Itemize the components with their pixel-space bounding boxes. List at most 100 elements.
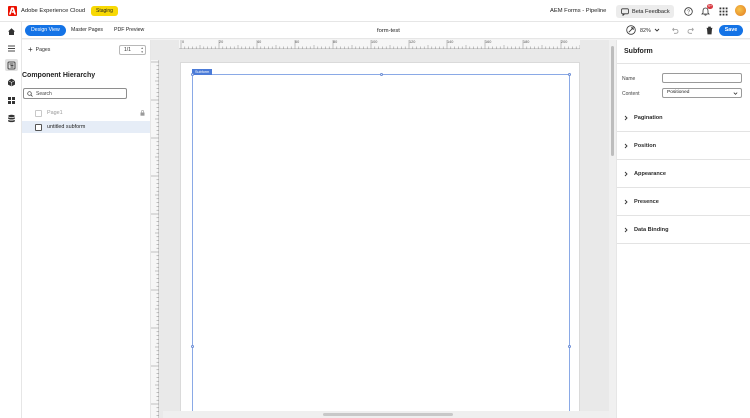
content-value: Positioned xyxy=(667,90,690,95)
ruler-label: 100 xyxy=(371,40,378,44)
ruler-label: 160 xyxy=(485,40,492,44)
tab-master-pages[interactable]: Master Pages xyxy=(65,25,109,36)
search-placeholder: Search xyxy=(36,90,52,97)
resize-handle[interactable] xyxy=(568,73,571,76)
section-label: Position xyxy=(634,142,657,149)
content-select[interactable]: Positioned xyxy=(662,88,742,98)
tree-item-checkbox[interactable] xyxy=(35,109,42,117)
zoom-level: 82% xyxy=(640,27,651,34)
zoom-fit-icon[interactable] xyxy=(626,24,636,37)
help-icon[interactable]: ? xyxy=(683,6,693,16)
notification-count-badge: 9+ xyxy=(707,4,713,9)
tree-item-label: Page1 xyxy=(47,110,63,116)
subform-selection[interactable]: Subform xyxy=(191,69,571,418)
section-position[interactable]: Position xyxy=(617,132,750,160)
ruler-label: 80 xyxy=(333,40,338,44)
save-button[interactable]: Save xyxy=(719,25,743,36)
tree-item-label: untitled subform xyxy=(47,124,86,130)
form-page[interactable]: Subform xyxy=(180,62,580,418)
stepper-arrows-icon[interactable]: ▴ ▾ xyxy=(141,46,143,54)
scrollbar-thumb[interactable] xyxy=(323,413,453,416)
app-title[interactable]: Adobe Experience Cloud xyxy=(21,8,85,14)
plus-icon: + xyxy=(28,45,33,54)
tab-pdf-preview[interactable]: PDF Preview xyxy=(108,25,150,36)
component-hierarchy-panel: + Pages 1/1 ▴ ▾ Component Hierarchy Searc… xyxy=(22,40,151,418)
chevron-right-icon xyxy=(623,227,629,233)
section-label: Data Binding xyxy=(634,226,669,233)
beta-feedback-button[interactable]: Beta Feedback xyxy=(616,5,674,18)
home-icon[interactable] xyxy=(6,26,17,37)
horizontal-scrollbar[interactable] xyxy=(163,411,609,418)
notifications-bell-icon[interactable]: 9+ xyxy=(700,4,713,16)
section-label: Pagination xyxy=(634,114,663,121)
resize-handle[interactable] xyxy=(380,73,383,76)
ruler-label: 0 xyxy=(182,40,185,44)
ruler-label: 120 xyxy=(409,40,416,44)
section-pagination[interactable]: Pagination xyxy=(617,104,750,132)
design-canvas[interactable]: 0 20 40 60 80 100 120 140 160 180 200 Su… xyxy=(151,40,616,418)
scrollbar-thumb[interactable] xyxy=(611,46,614,156)
feedback-icon xyxy=(621,7,629,16)
assets-icon[interactable] xyxy=(6,95,17,106)
top-bar: Adobe Experience Cloud Staging AEM Forms… xyxy=(0,0,750,22)
environment-badge: Staging xyxy=(91,6,118,16)
search-input[interactable]: Search xyxy=(23,88,127,99)
ruler-label: 140 xyxy=(447,40,454,44)
chevron-right-icon xyxy=(623,115,629,121)
page-stepper[interactable]: 1/1 ▴ ▾ xyxy=(119,45,146,55)
section-presence[interactable]: Presence xyxy=(617,188,750,216)
pages-label: Pages xyxy=(35,47,51,53)
vertical-scrollbar[interactable] xyxy=(609,40,616,418)
tree-item-page1[interactable]: Page1 xyxy=(22,107,150,119)
undo-icon[interactable] xyxy=(670,26,679,35)
app-switcher-grid-icon[interactable] xyxy=(718,6,728,16)
delete-trash-icon[interactable] xyxy=(705,26,714,35)
chevron-right-icon xyxy=(623,199,629,205)
tab-design-view[interactable]: Design View xyxy=(25,25,66,36)
beta-feedback-label: Beta Feedback xyxy=(632,8,670,15)
subform-label: Subform xyxy=(192,69,213,75)
ruler-label: 180 xyxy=(523,40,530,44)
page-value: 1/1 xyxy=(124,47,131,53)
chevron-down-icon xyxy=(733,91,738,96)
name-label: Name xyxy=(622,76,636,82)
chevron-down-icon[interactable] xyxy=(654,27,660,35)
zoom-control[interactable]: 82% xyxy=(626,24,660,37)
components-cube-icon[interactable] xyxy=(6,77,17,88)
ruler-label: 40 xyxy=(257,40,262,44)
adobe-logo-icon[interactable] xyxy=(8,6,17,16)
add-page-button[interactable]: + Pages xyxy=(28,46,50,54)
resize-handle[interactable] xyxy=(191,73,194,76)
resize-handle[interactable] xyxy=(568,345,571,348)
name-field[interactable] xyxy=(662,73,742,83)
properties-title: Subform xyxy=(624,48,653,55)
horizontal-ruler: 0 20 40 60 80 100 120 140 160 180 200 xyxy=(179,40,580,49)
component-hierarchy-icon[interactable] xyxy=(5,59,18,71)
tree-item-untitled-subform[interactable]: untitled subform xyxy=(22,121,150,133)
menu-icon[interactable] xyxy=(6,43,17,54)
redo-icon[interactable] xyxy=(687,26,696,35)
document-title: form-test xyxy=(377,28,400,34)
tree-item-checkbox[interactable] xyxy=(35,123,42,131)
program-name[interactable]: AEM Forms - Pipeline xyxy=(550,8,606,14)
vertical-ruler xyxy=(151,60,159,418)
panel-title: Component Hierarchy xyxy=(22,72,96,79)
divider xyxy=(617,63,750,64)
chevron-right-icon xyxy=(623,171,629,177)
user-avatar[interactable] xyxy=(735,5,746,16)
section-label: Appearance xyxy=(634,170,667,177)
lock-icon xyxy=(140,110,145,116)
left-rail xyxy=(0,22,22,418)
svg-text:?: ? xyxy=(687,9,690,15)
section-data-binding[interactable]: Data Binding xyxy=(617,216,750,244)
resize-handle[interactable] xyxy=(191,345,194,348)
chevron-right-icon xyxy=(623,143,629,149)
properties-panel: Subform Name Content Positioned Paginati… xyxy=(616,40,750,418)
content-label: Content xyxy=(622,91,640,97)
search-icon xyxy=(27,90,33,97)
section-label: Presence xyxy=(634,198,659,205)
ruler-label: 200 xyxy=(561,40,568,44)
data-source-icon[interactable] xyxy=(6,113,17,124)
ruler-label: 20 xyxy=(219,40,224,44)
section-appearance[interactable]: Appearance xyxy=(617,160,750,188)
